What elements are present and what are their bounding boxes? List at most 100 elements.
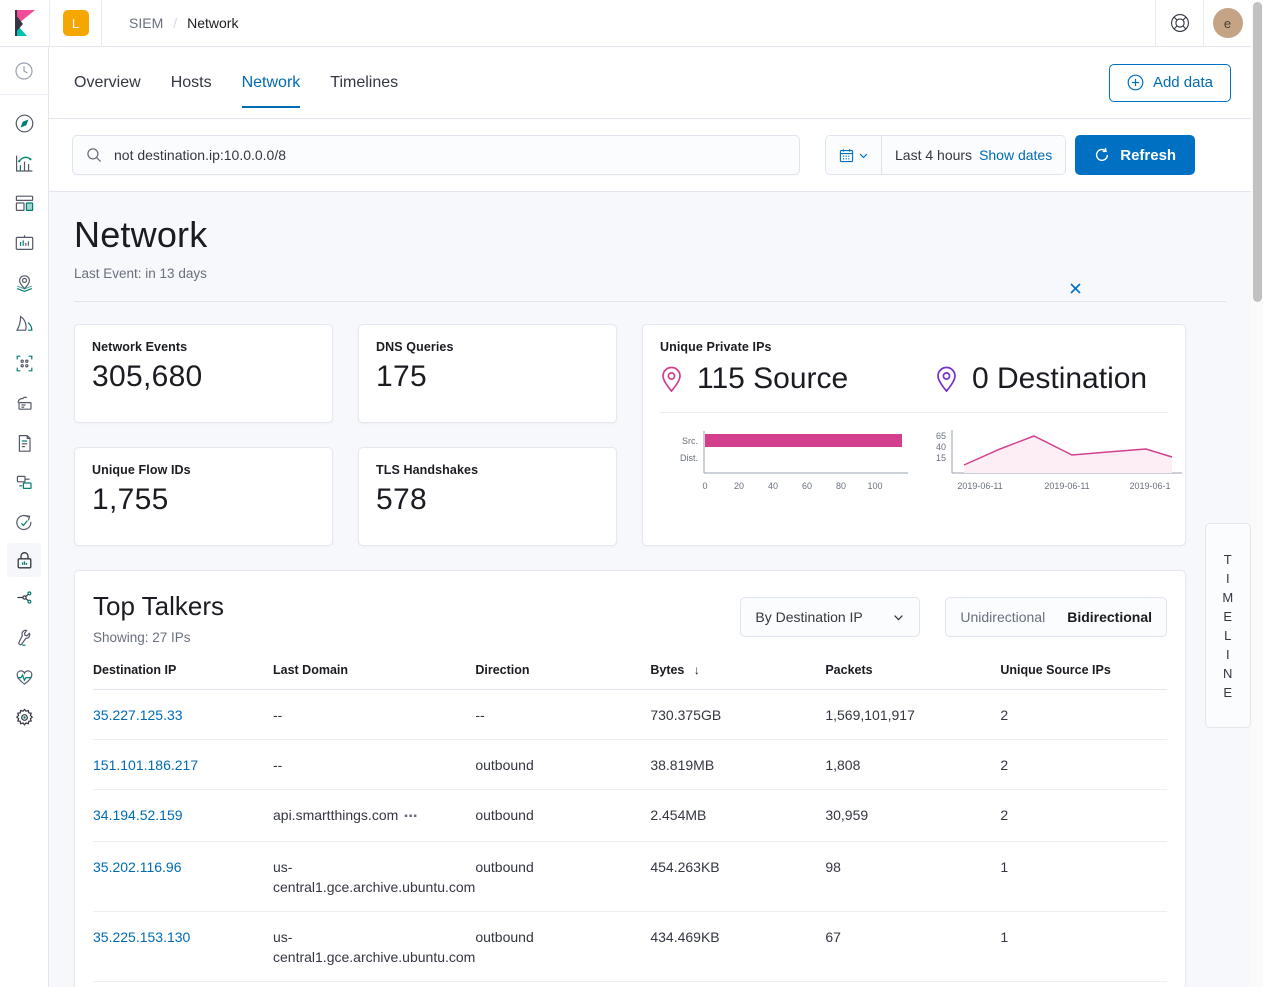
tab-timelines[interactable]: Timelines: [330, 47, 398, 118]
destination-ip-link[interactable]: 35.227.125.33: [93, 707, 183, 723]
close-icon[interactable]: [1064, 277, 1086, 299]
kpi-column-left: Network Events 305,680 Unique Flow IDs 1…: [74, 324, 333, 546]
user-menu-button[interactable]: e: [1203, 0, 1251, 47]
sidebar-item-monitoring[interactable]: [0, 657, 49, 697]
tab-hosts[interactable]: Hosts: [171, 47, 212, 118]
sidebar-item-discover[interactable]: [0, 103, 49, 143]
cell-unique-source-ips: 1: [1000, 842, 1167, 912]
help-lifebuoy-icon[interactable]: [1155, 0, 1203, 47]
calendar-icon: [839, 148, 854, 163]
sidebar-item-infrastructure[interactable]: [0, 343, 49, 383]
sidebar-item-uptime[interactable]: [0, 463, 49, 503]
group-by-select[interactable]: By Destination IP: [740, 597, 920, 637]
breadcrumb-separator: /: [173, 15, 177, 31]
cell-packets: 98: [825, 842, 1000, 912]
cell-packets: 67: [825, 912, 1000, 982]
sidebar-item-maps[interactable]: [0, 263, 49, 303]
toggle-unidirectional[interactable]: Unidirectional: [960, 609, 1045, 625]
kibana-logo[interactable]: [0, 0, 50, 47]
page-scrollbar-track[interactable]: [1251, 0, 1263, 987]
top-talkers-panel: Top Talkers Showing: 27 IPs By Destinati…: [74, 570, 1186, 987]
sidebar-item-dev-tools[interactable]: [0, 577, 49, 617]
destination-ip-link[interactable]: 34.194.52.159: [93, 807, 183, 823]
more-options-icon[interactable]: ▪▪▪: [404, 807, 418, 827]
kpi-card-tls-handshakes: TLS Handshakes 578: [358, 447, 617, 546]
sidebar-item-visualize[interactable]: [0, 143, 49, 183]
cell-last-domain: --: [273, 740, 475, 790]
table-row: 35.225.153.130 us-central1.gce.archive.u…: [93, 912, 1167, 982]
space-selector[interactable]: L: [50, 0, 102, 47]
kpi-card-network-events: Network Events 305,680: [74, 324, 333, 423]
table-body: 35.227.125.33 -- -- 730.375GB 1,569,101,…: [93, 690, 1167, 982]
kpi-value: 305,680: [92, 360, 315, 394]
cell-direction: outbound: [475, 790, 650, 842]
svg-text:2019-06-1: 2019-06-1: [1129, 481, 1170, 491]
kpi-card-unique-private-ips: Unique Private IPs 115 Source: [642, 324, 1186, 546]
chrome-left-group: L SIEM / Network: [0, 0, 238, 46]
svg-text:60: 60: [802, 481, 812, 491]
kpi-value: 175: [376, 360, 599, 394]
sidebar-item-recently-viewed[interactable]: [0, 47, 49, 95]
last-domain-text: us-central1.gce.archive.ubuntu.com: [273, 859, 475, 895]
cell-last-domain: us-central1.gce.archive.ubuntu.com: [273, 912, 475, 982]
sidebar-item-apm[interactable]: [0, 423, 49, 463]
refresh-label: Refresh: [1120, 147, 1176, 164]
chrome-right-group: e: [1155, 0, 1251, 46]
top-talkers-table: Destination IP Last Domain Direction Byt…: [93, 663, 1167, 982]
kpi-card-unique-flow-ids: Unique Flow IDs 1,755: [74, 447, 333, 546]
sidebar-item-canvas[interactable]: [0, 223, 49, 263]
add-data-button[interactable]: Add data: [1109, 64, 1231, 102]
page-scrollbar-thumb[interactable]: [1253, 2, 1262, 302]
svg-text:0: 0: [702, 481, 707, 491]
primary-navigation-rail: [0, 47, 49, 987]
timeline-letter: E: [1223, 609, 1232, 624]
sidebar-item-management[interactable]: [0, 617, 49, 657]
cell-direction: outbound: [475, 740, 650, 790]
add-data-label: Add data: [1153, 74, 1213, 91]
date-quick-select-button[interactable]: [826, 136, 882, 174]
sidebar-item-machine-learning[interactable]: [0, 303, 49, 343]
tab-hosts-label: Hosts: [171, 74, 212, 92]
private-ips-divider: [660, 412, 1168, 413]
cell-unique-source-ips: 1: [1000, 912, 1167, 982]
destination-ip-link[interactable]: 35.225.153.130: [93, 929, 190, 945]
cell-destination-ip: 35.202.116.96: [93, 842, 273, 912]
sidebar-item-dashboard[interactable]: [0, 183, 49, 223]
tab-network[interactable]: Network: [242, 47, 301, 118]
tab-network-label: Network: [242, 74, 301, 92]
show-dates-link[interactable]: Show dates: [979, 147, 1052, 163]
private-ips-charts: Src. Dist. 0 20 40 60 80 100: [660, 425, 1168, 497]
space-badge: L: [63, 10, 89, 36]
last-domain-text: api.smartthings.com: [273, 807, 398, 823]
top-talkers-header: Top Talkers Showing: 27 IPs By Destinati…: [93, 591, 1167, 645]
sidebar-item-siem[interactable]: [0, 503, 49, 543]
sidebar-item-logs[interactable]: [0, 383, 49, 423]
avatar: e: [1213, 8, 1243, 38]
tab-overview[interactable]: Overview: [74, 47, 141, 118]
top-talkers-showing: Showing: 27 IPs: [93, 630, 224, 645]
search-input[interactable]: not destination.ip:10.0.0.0/8: [72, 135, 800, 175]
column-header-bytes[interactable]: Bytes ↓: [650, 663, 825, 690]
breadcrumb-network[interactable]: Network: [187, 15, 238, 31]
column-header-destination-ip[interactable]: Destination IP: [93, 663, 273, 690]
column-header-direction[interactable]: Direction: [475, 663, 650, 690]
destination-ip-link[interactable]: 151.101.186.217: [93, 757, 198, 773]
date-range-display[interactable]: Last 4 hours Show dates: [882, 136, 1065, 174]
destination-ip-link[interactable]: 35.202.116.96: [93, 859, 182, 875]
last-domain-text: --: [273, 707, 282, 723]
flow-direction-toggle: Unidirectional Bidirectional: [945, 597, 1167, 637]
breadcrumb-siem[interactable]: SIEM: [129, 15, 163, 31]
unique-private-ips-label: Unique Private IPs: [660, 340, 1168, 354]
sidebar-item-siem-active[interactable]: [7, 543, 41, 577]
cell-bytes: 434.469KB: [650, 912, 825, 982]
sidebar-item-settings[interactable]: [0, 697, 49, 737]
svg-text:15: 15: [936, 453, 946, 463]
column-header-last-domain[interactable]: Last Domain: [273, 663, 475, 690]
timeline-flyout-button[interactable]: T I M E L I N E: [1205, 523, 1251, 728]
column-header-unique-source-ips[interactable]: Unique Source IPs: [1000, 663, 1167, 690]
kpi-value: 578: [376, 483, 599, 517]
refresh-button[interactable]: Refresh: [1075, 135, 1195, 175]
column-header-packets[interactable]: Packets: [825, 663, 1000, 690]
toggle-bidirectional[interactable]: Bidirectional: [1067, 609, 1152, 625]
global-chrome-bar: L SIEM / Network e: [0, 0, 1251, 47]
